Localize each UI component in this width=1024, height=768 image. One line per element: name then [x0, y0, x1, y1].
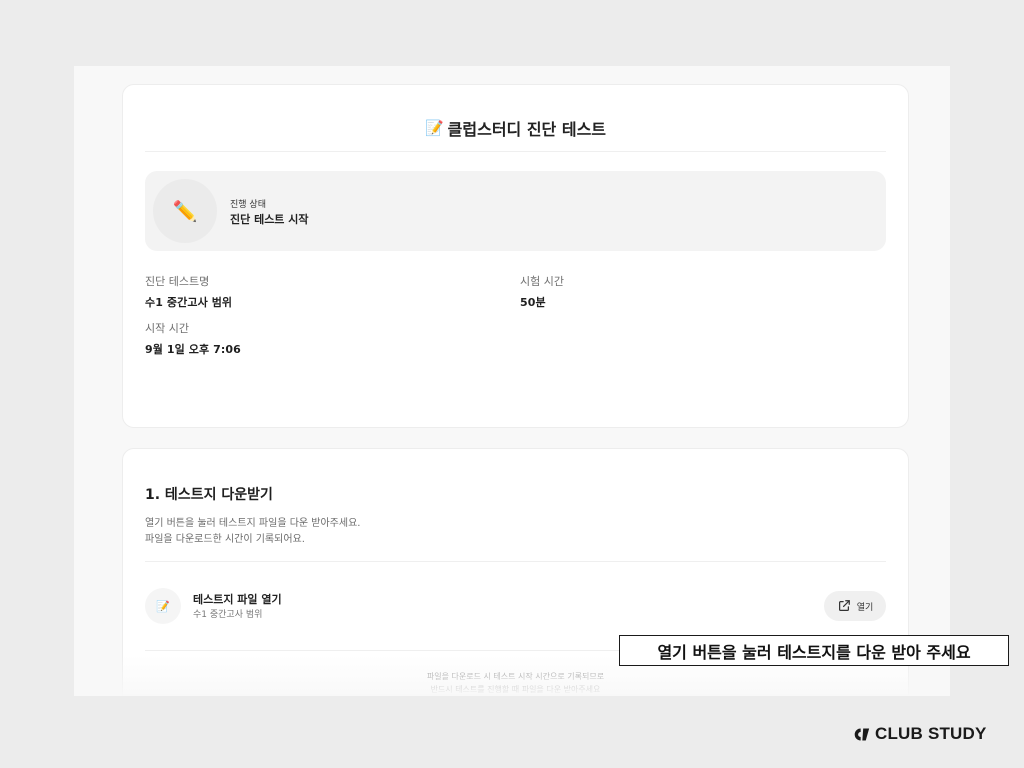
- download-footnote: 파일을 다운로드 시 테스트 시작 시간으로 기록되므로 반드시 테스트를 진행…: [123, 670, 908, 696]
- page-title: 클럽스터디 진단 테스트: [447, 120, 607, 139]
- test-info-card: 📝 클럽스터디 진단 테스트 ✏️ 진행 상태 진단 테스트 시작 진단 테스트…: [122, 84, 909, 428]
- footnote-line-1: 파일을 다운로드 시 테스트 시작 시간으로 기록되므로: [426, 672, 605, 681]
- instruction-caption: 열기 버튼을 눌러 테스트지를 다운 받아 주세요: [619, 635, 1009, 666]
- app-viewport: 📝 클럽스터디 진단 테스트 ✏️ 진행 상태 진단 테스트 시작 진단 테스트…: [74, 66, 950, 696]
- duration-info: 시험 시간 50분: [520, 273, 564, 310]
- memo-icon: 📝: [424, 118, 444, 137]
- section-description-line-1: 열기 버튼을 눌러 테스트지 파일을 다운 받아주세요.: [145, 518, 361, 529]
- start-time-label: 시작 시간: [145, 322, 189, 335]
- section-title: 1. 테스트지 다운받기: [145, 487, 273, 503]
- status-label: 진행 상태: [230, 200, 266, 210]
- duration-label: 시험 시간: [520, 275, 564, 288]
- memo-icon: 📝: [145, 588, 181, 624]
- footnote-line-2: 반드시 테스트를 진행할 때 파일을 다운 받아주세요: [430, 685, 601, 694]
- start-time-value: 9월 1일 오후 7:06: [145, 343, 241, 356]
- status-value: 진단 테스트 시작: [230, 213, 309, 226]
- external-link-icon: [838, 600, 850, 611]
- file-row: 📝 테스트지 파일 열기 수1 중간고사 범위 열기: [145, 584, 886, 628]
- club-study-logo-icon: [854, 728, 870, 740]
- brand-text: CLUB STUDY: [875, 724, 987, 743]
- duration-value: 50분: [520, 296, 546, 309]
- open-button[interactable]: 열기: [824, 591, 886, 621]
- start-time-info: 시작 시간 9월 1일 오후 7:06: [145, 320, 241, 357]
- test-name-label: 진단 테스트명: [145, 275, 210, 288]
- section-description: 열기 버튼을 눌러 테스트지 파일을 다운 받아주세요. 파일을 다운로드한 시…: [145, 516, 360, 548]
- section-description-line-2: 파일을 다운로드한 시간이 기록되어요.: [145, 534, 305, 545]
- progress-status-box: ✏️ 진행 상태 진단 테스트 시작: [145, 171, 886, 251]
- page-title-row: 📝 클럽스터디 진단 테스트: [145, 85, 886, 152]
- pencil-icon: ✏️: [153, 179, 217, 243]
- file-title: 테스트지 파일 열기: [193, 593, 282, 606]
- test-name-value: 수1 중간고사 범위: [145, 296, 233, 309]
- open-button-label: 열기: [856, 602, 874, 613]
- brand-logo: CLUB STUDY: [853, 724, 987, 744]
- divider: [145, 561, 886, 562]
- file-subtitle: 수1 중간고사 범위: [193, 610, 263, 620]
- test-name-info: 진단 테스트명 수1 중간고사 범위: [145, 273, 232, 310]
